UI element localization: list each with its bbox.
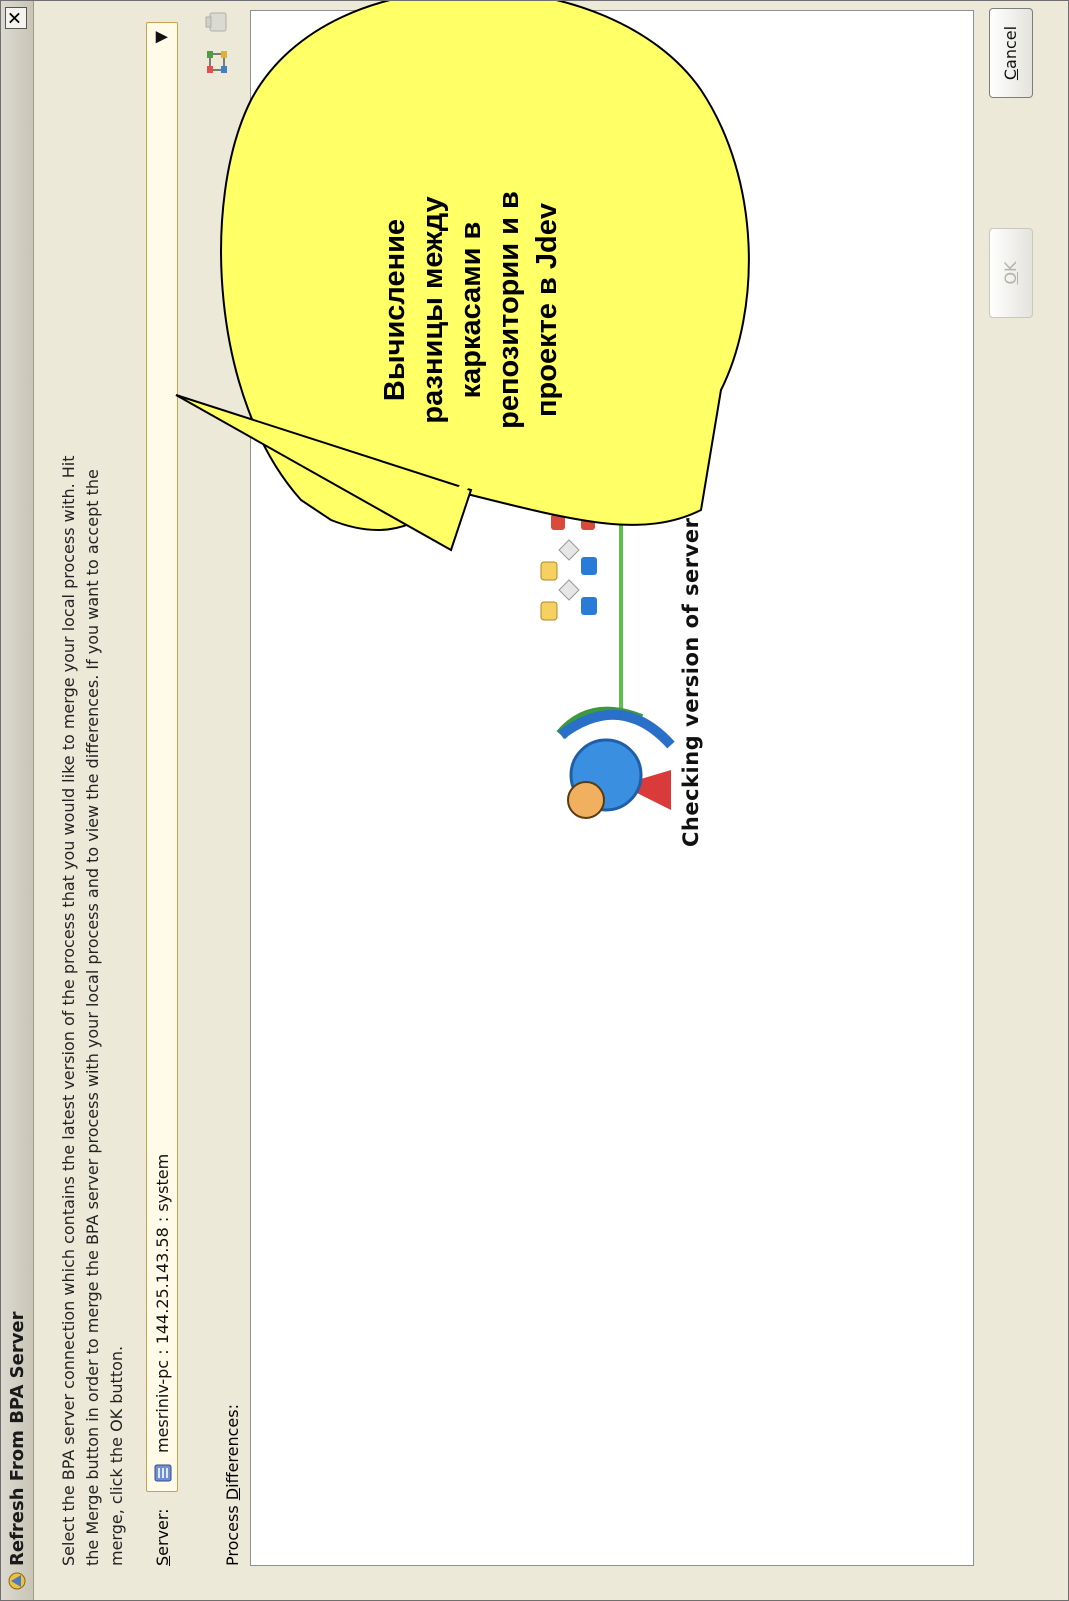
diff-label-rest: ifferences: xyxy=(223,1404,242,1488)
instructions-line-3: merge, click the OK button. xyxy=(107,1345,126,1566)
bpa-app-icon xyxy=(8,1572,26,1590)
refresh-dialog: Refresh From BPA Server ✕ Select the BPA… xyxy=(0,0,1069,1601)
server-label-rest: erver: xyxy=(153,1508,172,1556)
cancel-button-mnemonic: C xyxy=(1001,68,1020,81)
clear-icon[interactable] xyxy=(204,9,230,35)
close-button[interactable]: ✕ xyxy=(5,7,27,29)
ok-button[interactable]: OK xyxy=(989,228,1033,318)
diff-label-prefix: Process xyxy=(223,1500,242,1566)
chevron-down-icon[interactable]: ▼ xyxy=(151,31,170,43)
server-select-value: mesriniv-pc : 144.25.143.58 : system xyxy=(153,1153,172,1453)
process-diagram-icon[interactable] xyxy=(204,49,230,75)
cancel-button-rest: ancel xyxy=(1001,25,1020,69)
callout-line-1: Вычисление xyxy=(379,218,411,402)
callout-line-5: проекте в Jdev xyxy=(531,203,563,417)
title-bar: Refresh From BPA Server ✕ xyxy=(1,1,34,1600)
ok-button-mnemonic: O xyxy=(1001,271,1020,285)
server-label-mnemonic: S xyxy=(153,1555,172,1566)
callout-line-3: каркасами в xyxy=(455,221,487,399)
cancel-button[interactable]: Cancel xyxy=(989,8,1033,98)
user-icon xyxy=(556,706,675,819)
callout-line-4: репозитории и в xyxy=(493,191,525,429)
dialog-title: Refresh From BPA Server xyxy=(7,1311,28,1566)
callout-line-2: разницы между xyxy=(417,196,449,424)
server-select[interactable]: mesriniv-pc : 144.25.143.58 : system ▼ xyxy=(146,22,178,1492)
instructions-text: Select the BPA server connection which c… xyxy=(57,26,129,1566)
computer-icon xyxy=(560,239,652,391)
instructions-line-2: the Merge button in order to merge the B… xyxy=(83,469,102,1566)
ok-button-rest: K xyxy=(1001,261,1020,272)
process-differences-panel[interactable]: Checking version of server model... xyxy=(250,10,974,1566)
server-connection-icon xyxy=(154,1464,172,1482)
instructions-line-1: Select the BPA server connection which c… xyxy=(59,455,78,1566)
diff-label-mnemonic: D xyxy=(223,1487,242,1501)
callout-text: Вычисление разницы между каркасами в реп… xyxy=(376,70,566,550)
server-label: Server: xyxy=(153,1508,172,1566)
process-differences-label: Process Differences: xyxy=(223,1404,242,1566)
status-text: Checking version of server model... xyxy=(679,409,703,847)
